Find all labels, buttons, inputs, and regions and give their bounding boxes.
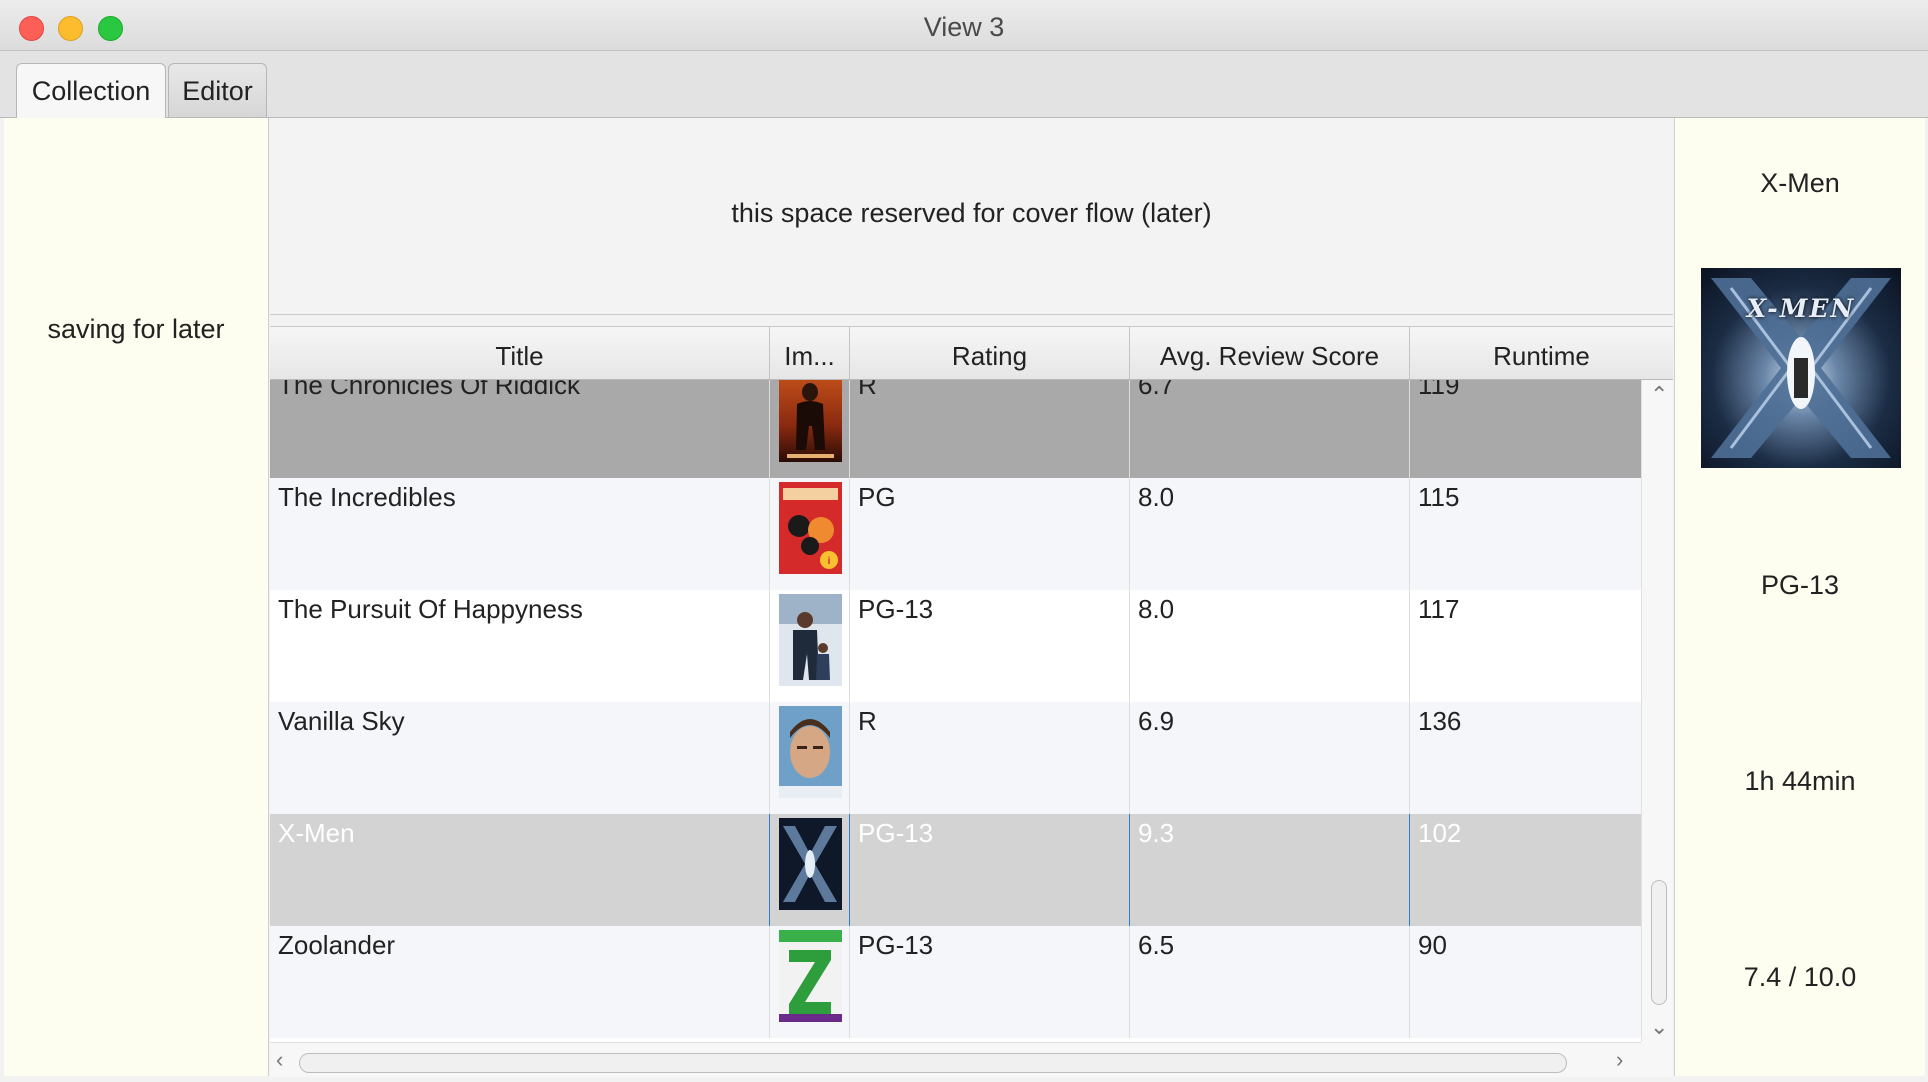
cell-title: X-Men xyxy=(270,814,770,926)
cell-rating: PG-13 xyxy=(850,926,1130,1038)
cell-rating: PG-13 xyxy=(850,814,1130,926)
detail-panel: X-Men X-MEN PG-13 1h 44min 7.4 / 10.0 xyxy=(1674,118,1925,1076)
scroll-corner xyxy=(1641,1042,1673,1077)
table-row[interactable]: The Incredibles i PG 8.0 115 xyxy=(270,478,1641,590)
column-header-title[interactable]: Title xyxy=(270,327,770,379)
table-row-selected[interactable]: X-Men PG-13 9.3 102 xyxy=(270,814,1641,926)
cell-runtime: 117 xyxy=(1418,594,1460,624)
coverflow-placeholder-text: this space reserved for cover flow (late… xyxy=(731,198,1212,228)
vertical-scroll-thumb[interactable] xyxy=(1651,880,1667,1005)
left-panel-text: saving for later xyxy=(47,314,225,344)
cell-title: Vanilla Sky xyxy=(270,702,770,814)
table-row[interactable]: Vanilla Sky R 6.9 136 xyxy=(270,702,1641,814)
cell-image xyxy=(770,926,850,1038)
tab-editor[interactable]: Editor xyxy=(168,63,267,117)
cell-rating: R xyxy=(850,380,1130,478)
table-body: The Chronicles Of Riddick R 6.7 119 The … xyxy=(270,380,1641,1042)
detail-title: X-Men xyxy=(1760,168,1840,198)
vertical-scrollbar[interactable]: ⌃ ⌄ xyxy=(1641,380,1673,1042)
tab-collection[interactable]: Collection xyxy=(16,63,166,118)
detail-rating: PG-13 xyxy=(1760,570,1840,600)
detail-runtime: 1h 44min xyxy=(1744,766,1856,796)
title-bar[interactable]: View 3 xyxy=(0,0,1928,51)
app-window: View 3 Collection Editor saving for late… xyxy=(0,0,1928,1082)
riddick-poster xyxy=(779,380,842,462)
cell-score: 8.0 xyxy=(1130,478,1410,590)
column-header-rating[interactable]: Rating xyxy=(850,327,1130,379)
cell-runtime: 119 xyxy=(1418,380,1460,400)
cell-runtime: 136 xyxy=(1418,706,1462,736)
column-header-score[interactable]: Avg. Review Score xyxy=(1130,327,1410,379)
tab-strip: Collection Editor xyxy=(0,51,1928,118)
vanilla-sky-poster xyxy=(779,706,842,798)
cell-title: The Chronicles Of Riddick xyxy=(270,380,770,478)
incredibles-poster: i xyxy=(779,482,842,574)
cell-score: 6.5 xyxy=(1130,926,1410,1038)
detail-score: 7.4 / 10.0 xyxy=(1743,962,1857,992)
cell-score: 6.9 xyxy=(1130,702,1410,814)
cell-runtime: 90 xyxy=(1418,930,1447,960)
window-title: View 3 xyxy=(923,12,1005,42)
cell-score: 8.0 xyxy=(1130,590,1410,702)
happyness-poster xyxy=(779,594,842,686)
scroll-left-icon[interactable]: ‹ xyxy=(276,1049,283,1071)
column-header-image[interactable]: Im... xyxy=(770,327,850,379)
coverflow-area: this space reserved for cover flow (late… xyxy=(270,118,1673,315)
cell-title: The Incredibles xyxy=(270,478,770,590)
svg-text:i: i xyxy=(828,556,831,567)
scroll-down-icon[interactable]: ⌄ xyxy=(1650,1016,1668,1038)
movie-table[interactable]: Title Im... Rating Avg. Review Score Run… xyxy=(270,326,1673,1077)
xmen-poster xyxy=(779,818,842,910)
cell-rating: PG xyxy=(850,478,1130,590)
table-row[interactable]: Zoolander PG-13 6.5 90 xyxy=(270,926,1641,1038)
left-panel: saving for later xyxy=(4,118,269,1076)
cell-image xyxy=(770,590,850,702)
cell-score: 9.3 xyxy=(1130,814,1410,926)
table-header: Title Im... Rating Avg. Review Score Run… xyxy=(270,327,1673,380)
cell-score: 6.7 xyxy=(1130,380,1410,478)
cell-image xyxy=(770,380,850,478)
cell-image xyxy=(770,702,850,814)
horizontal-scroll-thumb[interactable] xyxy=(299,1053,1567,1073)
cell-runtime: 115 xyxy=(1418,482,1460,512)
cell-title: The Pursuit Of Happyness xyxy=(270,590,770,702)
column-header-runtime[interactable]: Runtime xyxy=(1410,327,1673,379)
cell-rating: PG-13 xyxy=(850,590,1130,702)
cell-runtime: 102 xyxy=(1418,818,1462,848)
scroll-right-icon[interactable]: › xyxy=(1616,1049,1623,1071)
poster-logo-text: X-MEN xyxy=(1746,294,1856,323)
zoolander-poster xyxy=(779,930,842,1022)
cell-title: Zoolander xyxy=(270,926,770,1038)
cell-rating: R xyxy=(850,702,1130,814)
cell-image: i xyxy=(770,478,850,590)
horizontal-scrollbar[interactable]: ‹ › xyxy=(270,1042,1641,1077)
table-row[interactable]: The Pursuit Of Happyness PG-13 8.0 117 xyxy=(270,590,1641,702)
cell-image xyxy=(770,814,850,926)
scroll-up-icon[interactable]: ⌃ xyxy=(1650,384,1668,406)
detail-poster: X-MEN xyxy=(1701,268,1901,468)
table-row[interactable]: The Chronicles Of Riddick R 6.7 119 xyxy=(270,380,1641,478)
